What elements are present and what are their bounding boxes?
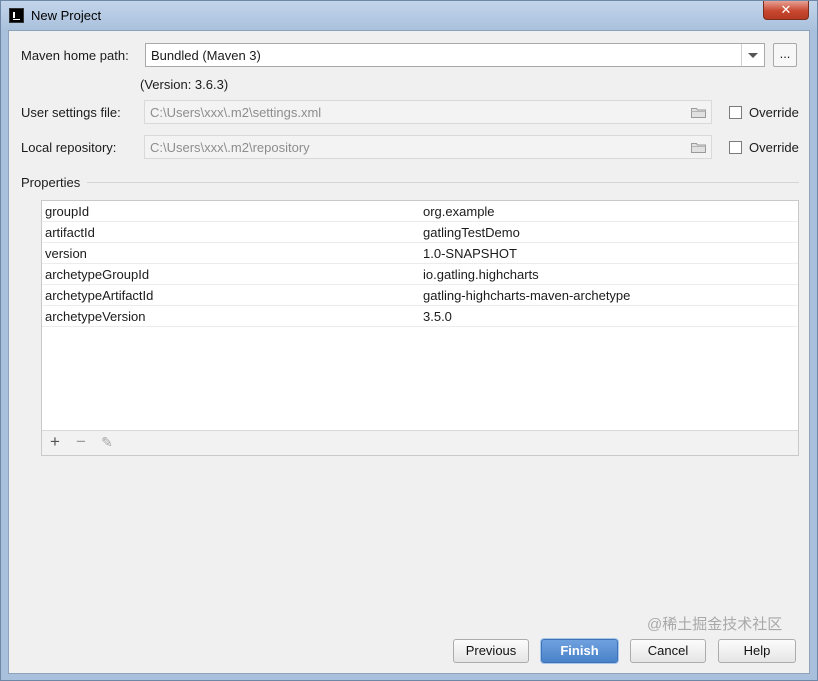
new-project-window: New Project ✕ Maven home path: Bundled (… — [0, 0, 818, 681]
table-row[interactable]: archetypeGroupId io.gatling.highcharts — [42, 264, 798, 285]
user-settings-override-label[interactable]: Override — [749, 105, 799, 120]
close-button[interactable]: ✕ — [763, 1, 809, 20]
properties-section-title: Properties — [21, 175, 81, 190]
property-key: artifactId — [45, 225, 95, 240]
property-key: version — [45, 246, 87, 261]
title-bar[interactable]: New Project ✕ — [1, 1, 817, 30]
folder-icon[interactable] — [691, 142, 706, 153]
local-repository-field[interactable]: C:\Users\xxx\.m2\repository — [144, 135, 712, 159]
table-row[interactable]: archetypeArtifactId gatling-highcharts-m… — [42, 285, 798, 306]
property-value[interactable]: 3.5.0 — [423, 309, 452, 324]
properties-table[interactable]: groupId org.example artifactId gatlingTe… — [41, 200, 799, 456]
property-key: archetypeGroupId — [45, 267, 150, 282]
property-key: archetypeArtifactId — [45, 288, 154, 303]
maven-version-note: (Version: 3.6.3) — [140, 77, 229, 92]
property-key: groupId — [45, 204, 90, 219]
table-row[interactable]: version 1.0-SNAPSHOT — [42, 243, 798, 264]
plus-icon[interactable]: + — [47, 433, 63, 450]
previous-button[interactable]: Previous — [453, 639, 529, 663]
property-key: archetypeVersion — [45, 309, 146, 324]
maven-home-value: Bundled (Maven 3) — [151, 48, 261, 63]
user-settings-field[interactable]: C:\Users\xxx\.m2\settings.xml — [144, 100, 712, 124]
cancel-button[interactable]: Cancel — [630, 639, 706, 663]
minus-icon[interactable]: − — [73, 433, 89, 450]
properties-divider — [87, 182, 799, 183]
chevron-down-icon[interactable] — [741, 44, 764, 66]
help-button[interactable]: Help — [718, 639, 796, 663]
intellij-app-icon — [9, 8, 24, 23]
table-row[interactable]: artifactId gatlingTestDemo — [42, 222, 798, 243]
local-repository-override-label[interactable]: Override — [749, 140, 799, 155]
local-repository-override-checkbox[interactable] — [729, 141, 742, 154]
properties-toolbar: + − ✎ — [42, 430, 798, 455]
property-value[interactable]: 1.0-SNAPSHOT — [423, 246, 517, 261]
property-value[interactable]: org.example — [423, 204, 495, 219]
browse-maven-button[interactable]: ... — [773, 43, 797, 67]
user-settings-override-checkbox[interactable] — [729, 106, 742, 119]
table-row[interactable]: archetypeVersion 3.5.0 — [42, 306, 798, 327]
dialog-content: Maven home path: Bundled (Maven 3) ... (… — [8, 30, 810, 674]
local-repository-value: C:\Users\xxx\.m2\repository — [150, 140, 310, 155]
maven-home-combobox[interactable]: Bundled (Maven 3) — [145, 43, 765, 67]
property-value[interactable]: gatling-highcharts-maven-archetype — [423, 288, 630, 303]
property-value[interactable]: io.gatling.highcharts — [423, 267, 539, 282]
pencil-icon[interactable]: ✎ — [99, 434, 115, 450]
window-title: New Project — [31, 8, 102, 23]
user-settings-value: C:\Users\xxx\.m2\settings.xml — [150, 105, 322, 120]
user-settings-label: User settings file: — [21, 105, 121, 120]
finish-button[interactable]: Finish — [541, 639, 618, 663]
folder-icon[interactable] — [691, 107, 706, 118]
property-value[interactable]: gatlingTestDemo — [423, 225, 520, 240]
maven-home-label: Maven home path: — [21, 48, 129, 63]
local-repository-label: Local repository: — [21, 140, 117, 155]
table-row[interactable]: groupId org.example — [42, 201, 798, 222]
